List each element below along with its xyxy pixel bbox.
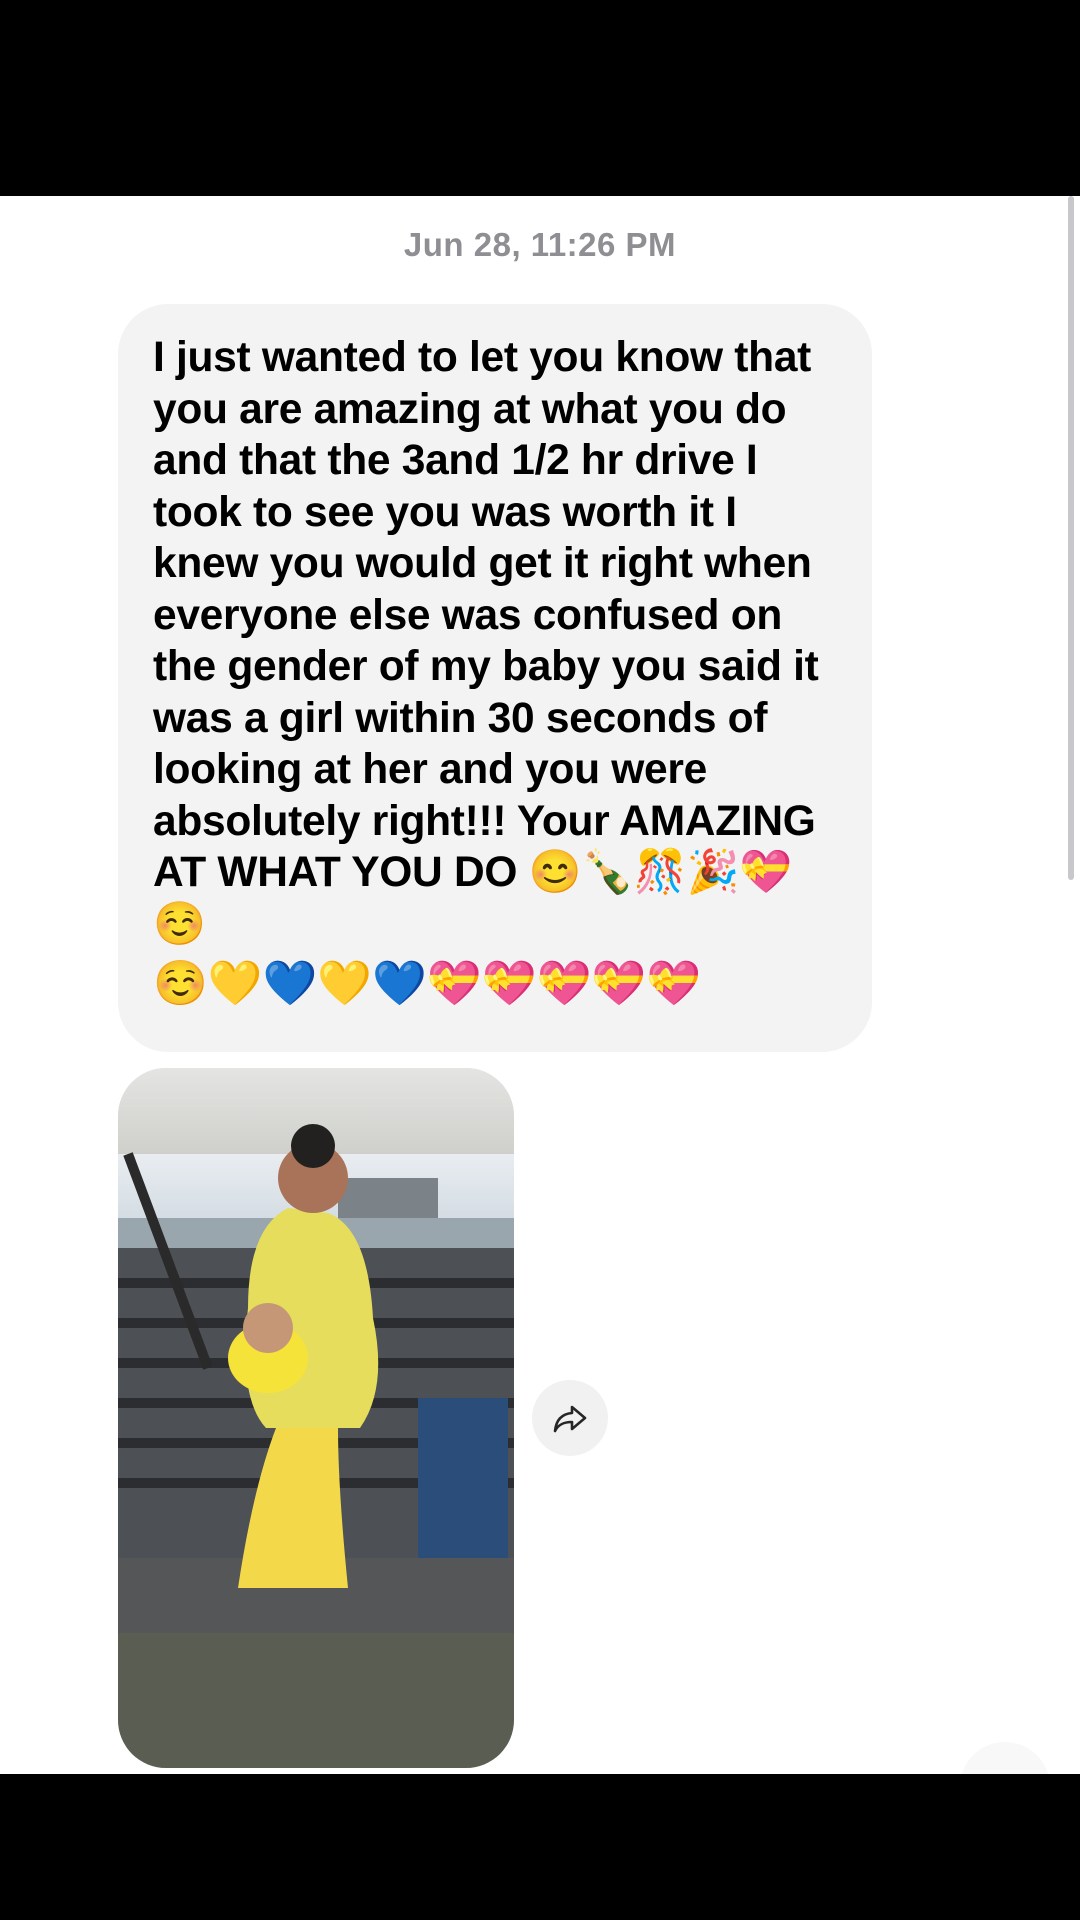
status-bar-area bbox=[0, 0, 1080, 196]
share-arrow-icon bbox=[553, 1405, 587, 1433]
bottom-bar-area bbox=[0, 1774, 1080, 1920]
photo-attachment[interactable] bbox=[118, 1068, 514, 1768]
photo-image bbox=[118, 1068, 514, 1768]
share-button[interactable] bbox=[532, 1380, 608, 1456]
message-timestamp: Jun 28, 11:26 PM bbox=[403, 226, 677, 263]
partial-floating-button[interactable] bbox=[960, 1742, 1050, 1774]
message-emoji-line: ☺️💛💙💛💙💝💝💝💝💝 bbox=[153, 959, 701, 1008]
chat-thread[interactable]: Jun 28, 11:26 PM I just wanted to let yo… bbox=[0, 196, 1080, 1774]
message-text: I just wanted to let you know that you a… bbox=[153, 334, 819, 948]
scrollbar[interactable] bbox=[1068, 196, 1074, 880]
received-message-bubble[interactable]: I just wanted to let you know that you a… bbox=[118, 304, 872, 1052]
